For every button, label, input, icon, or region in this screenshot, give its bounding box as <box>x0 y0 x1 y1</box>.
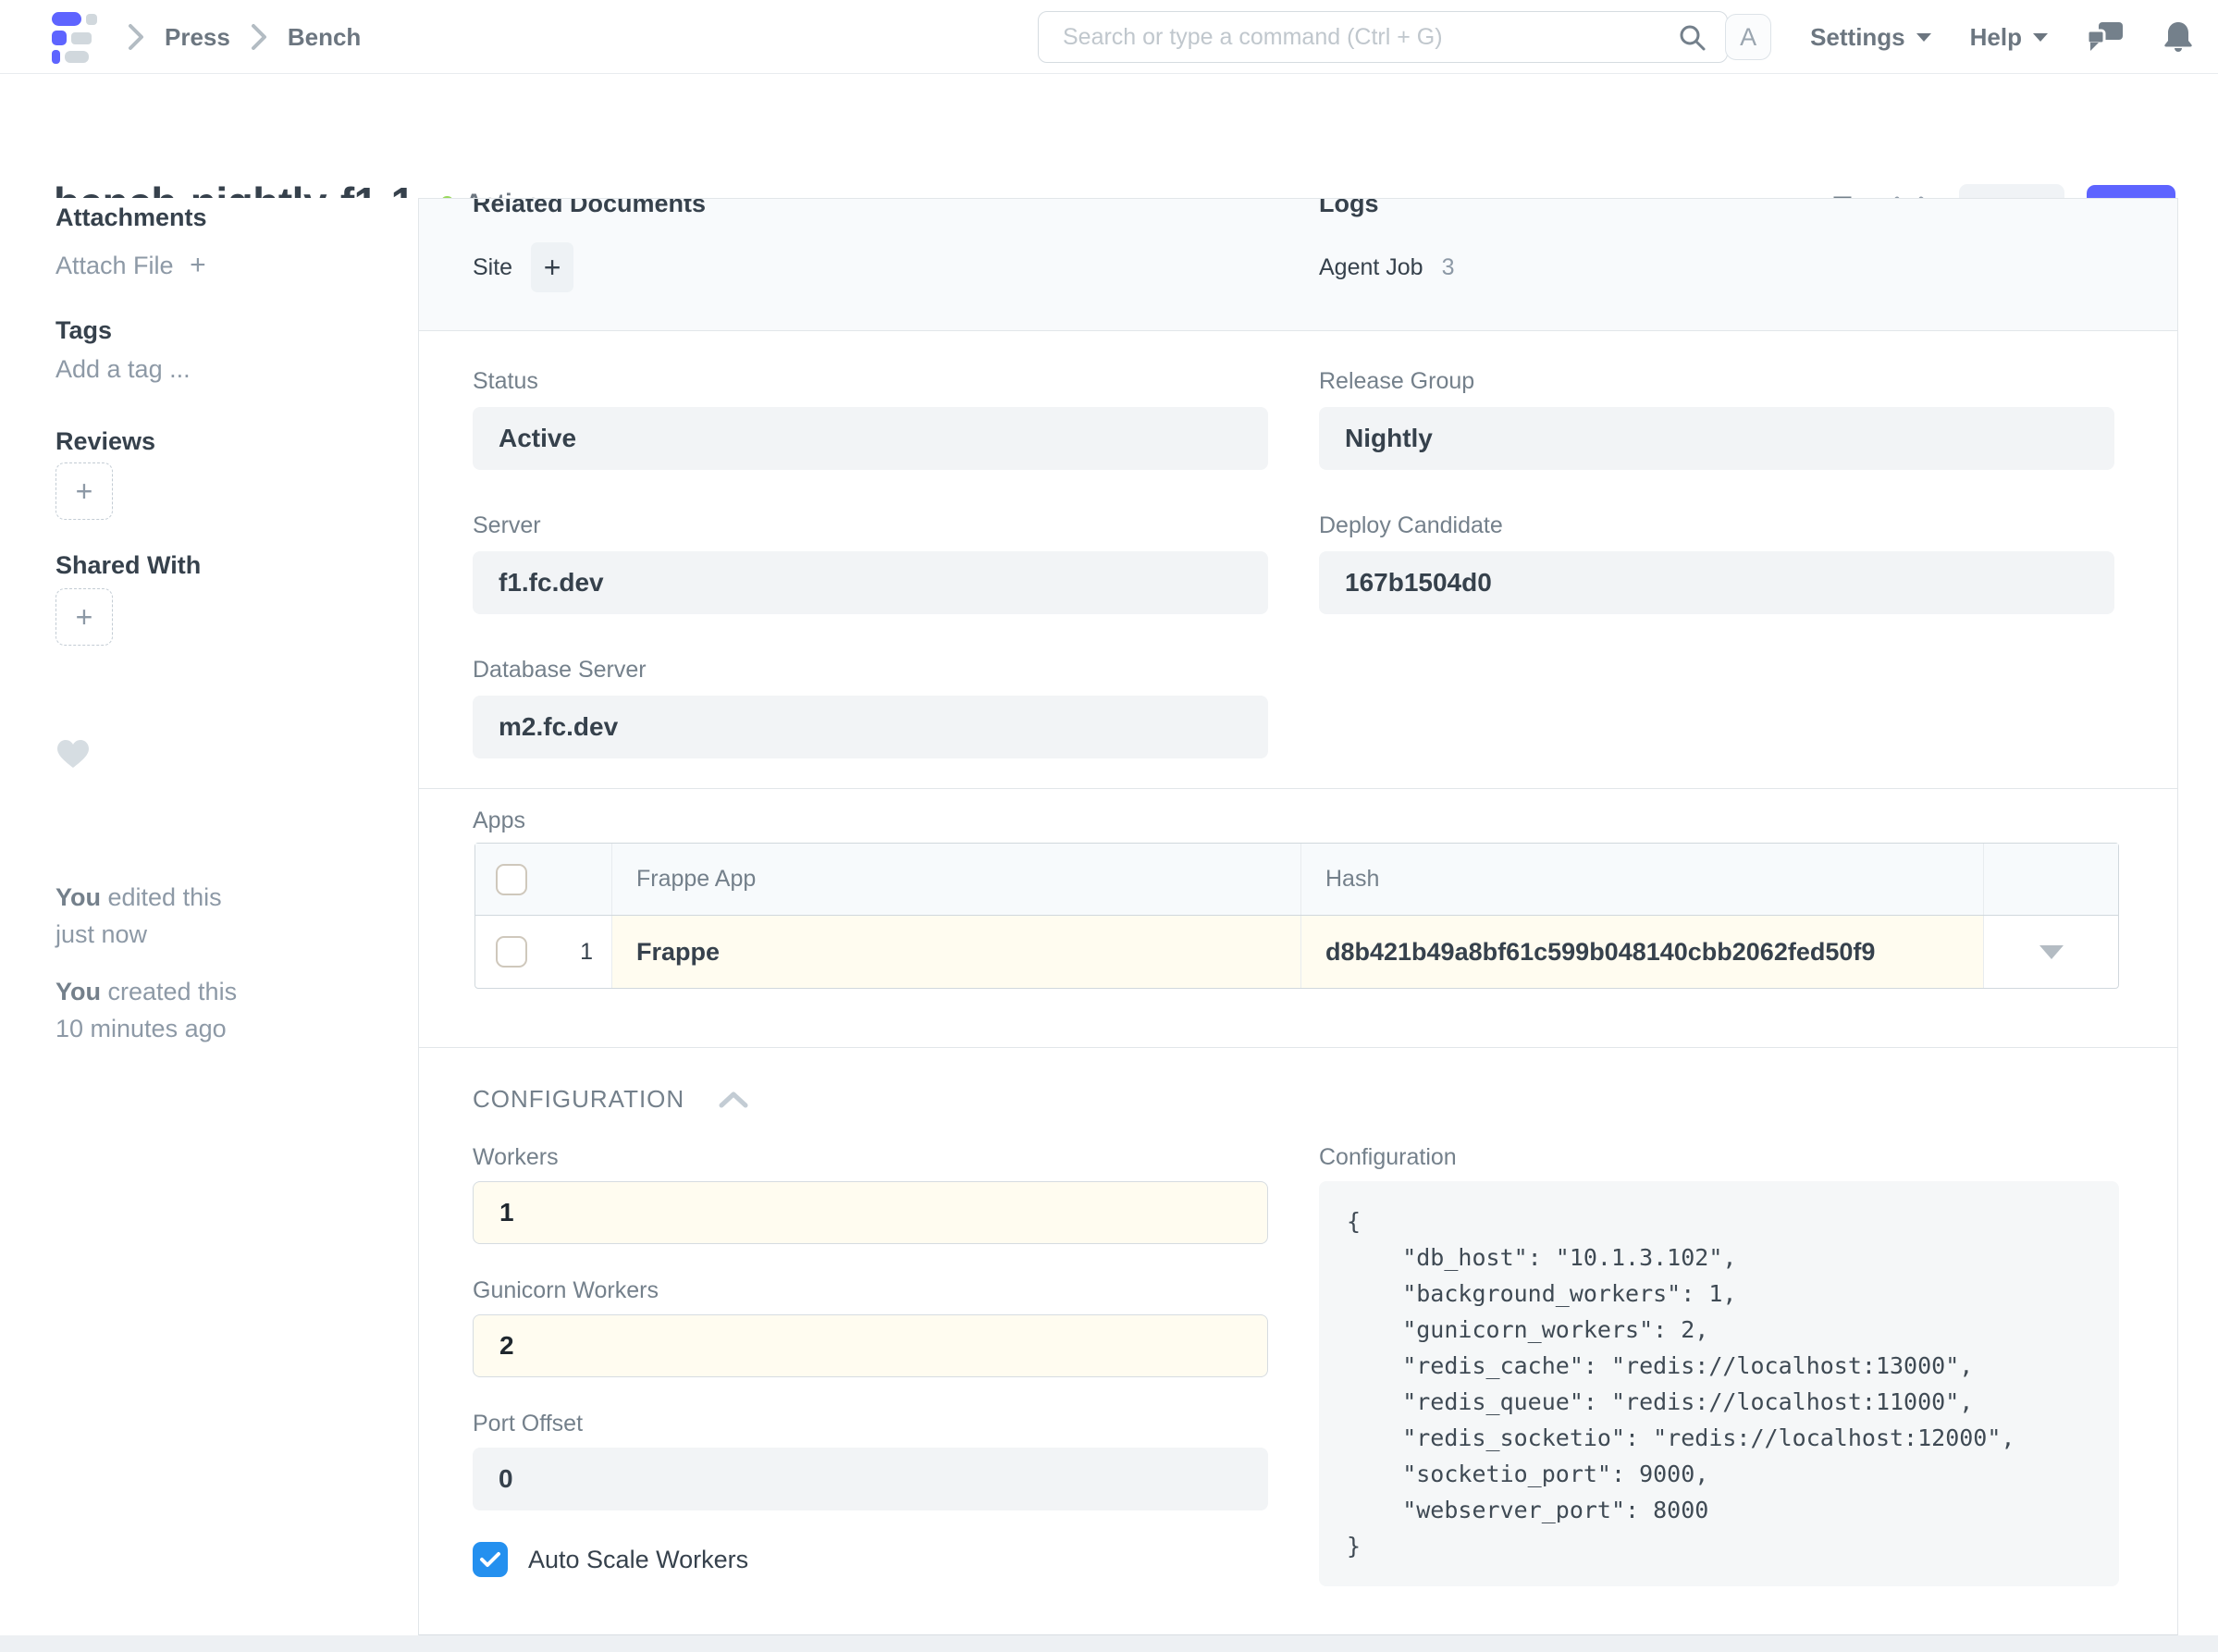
gunicorn-workers-label: Gunicorn Workers <box>473 1277 659 1304</box>
edited-info: You edited this just now <box>55 879 222 953</box>
cell-hash[interactable]: d8b421b49a8bf61c599b048140cbb2062fed50f9 <box>1301 916 1984 988</box>
chevron-right-icon <box>126 21 146 53</box>
row-checkbox[interactable] <box>496 936 527 968</box>
search-input[interactable] <box>1038 11 1728 63</box>
navbar: Press Bench A Settings Help <box>0 0 2218 74</box>
server-field[interactable]: f1.fc.dev <box>473 551 1268 614</box>
form-sidebar: Attachments Attach File + Tags Add a tag… <box>0 198 418 1635</box>
deploy-candidate-label: Deploy Candidate <box>1319 512 1503 539</box>
port-offset-label: Port Offset <box>473 1411 583 1437</box>
breadcrumb-item-bench[interactable]: Bench <box>288 23 361 52</box>
settings-dropdown[interactable]: Settings <box>1810 23 1931 52</box>
plus-icon: + <box>544 251 561 285</box>
port-offset-field[interactable]: 0 <box>473 1448 1268 1510</box>
bell-icon[interactable] <box>2163 19 2194 55</box>
details-section: Status Active Release Group Nightly Serv… <box>419 331 2177 789</box>
page-head: bench-nightly-f1-1 Active Menu Save <box>0 74 2218 198</box>
help-dropdown[interactable]: Help <box>1970 23 2048 52</box>
workers-input[interactable]: 1 <box>473 1181 1268 1244</box>
configuration-section: CONFIGURATION Workers 1 Gunicorn Workers… <box>419 1048 2177 1635</box>
form-dashboard: Related Documents Logs Site + Agent Job … <box>419 199 2177 331</box>
checkmark-icon <box>479 1550 501 1569</box>
add-review-button[interactable]: + <box>55 462 113 520</box>
attachments-title: Attachments <box>55 203 207 232</box>
like-heart-icon[interactable] <box>55 738 91 770</box>
tags-title: Tags <box>55 316 112 345</box>
logs-title: Logs <box>1319 199 1379 218</box>
workers-label: Workers <box>473 1144 559 1171</box>
auto-scale-label: Auto Scale Workers <box>528 1546 748 1574</box>
cell-frappe-app[interactable]: Frappe <box>612 916 1301 988</box>
select-all-checkbox[interactable] <box>496 864 527 895</box>
agent-job-count: 3 <box>1442 254 1455 281</box>
avatar[interactable]: A <box>1725 14 1771 60</box>
navbar-right: A Settings Help <box>1725 0 2194 74</box>
row-index[interactable]: 1 <box>580 939 593 966</box>
configuration-json-label: Configuration <box>1319 1144 1457 1171</box>
attach-file-button[interactable]: Attach File + <box>55 250 206 281</box>
release-group-label: Release Group <box>1319 368 1474 395</box>
reviews-title: Reviews <box>55 427 155 456</box>
plus-icon: + <box>76 600 93 635</box>
add-share-button[interactable]: + <box>55 588 113 646</box>
chevron-up-icon[interactable] <box>718 1090 749 1110</box>
database-server-field[interactable]: m2.fc.dev <box>473 696 1268 758</box>
apps-label: Apps <box>473 808 525 834</box>
auto-scale-checkbox[interactable] <box>473 1542 508 1577</box>
breadcrumb-item-press[interactable]: Press <box>165 23 230 52</box>
configuration-json-code[interactable]: { "db_host": "10.1.3.102", "background_w… <box>1347 1203 2091 1564</box>
chevron-down-icon <box>2033 33 2048 42</box>
plus-icon: + <box>76 475 93 509</box>
breadcrumb: Press Bench <box>126 0 361 74</box>
new-site-button[interactable]: + <box>531 242 573 292</box>
release-group-field[interactable]: Nightly <box>1319 407 2114 470</box>
agent-job-link[interactable]: Agent Job <box>1319 254 1423 281</box>
form-body: Related Documents Logs Site + Agent Job … <box>418 198 2178 1635</box>
global-search <box>1038 11 1728 63</box>
frappe-logo-icon[interactable] <box>52 12 97 64</box>
related-documents-title: Related Documents <box>473 199 706 218</box>
row-expand-icon[interactable] <box>2039 945 2064 959</box>
table-row: 1 Frappe d8b421b49a8bf61c599b048140cbb20… <box>475 916 2118 988</box>
status-field[interactable]: Active <box>473 407 1268 470</box>
chevron-right-icon <box>249 21 269 53</box>
column-hash: Hash <box>1301 844 1984 915</box>
gunicorn-workers-input[interactable]: 2 <box>473 1314 1268 1377</box>
add-tag-button[interactable]: Add a tag ... <box>55 355 191 384</box>
page-background <box>0 1635 2218 1652</box>
configuration-json-box: { "db_host": "10.1.3.102", "background_w… <box>1319 1181 2119 1586</box>
apps-table-header: Frappe App Hash <box>475 844 2118 916</box>
shared-with-title: Shared With <box>55 551 201 580</box>
created-info: You created this 10 minutes ago <box>55 973 237 1047</box>
database-server-label: Database Server <box>473 657 647 684</box>
server-label: Server <box>473 512 541 539</box>
plus-icon: + <box>190 250 206 280</box>
configuration-section-header[interactable]: CONFIGURATION <box>473 1085 749 1114</box>
auto-scale-workers-row: Auto Scale Workers <box>473 1542 748 1577</box>
search-icon[interactable] <box>1678 23 1707 53</box>
status-label: Status <box>473 368 538 395</box>
apps-table: Frappe App Hash 1 Frappe d8b421b49a8bf61… <box>474 843 2119 989</box>
site-link[interactable]: Site <box>473 254 512 281</box>
deploy-candidate-field[interactable]: 167b1504d0 <box>1319 551 2114 614</box>
column-frappe-app: Frappe App <box>612 844 1301 915</box>
chat-icon[interactable] <box>2087 20 2124 54</box>
chevron-down-icon <box>1916 33 1931 42</box>
apps-section: Apps Frappe App Hash 1 Frappe d8b421b49a… <box>419 789 2177 1048</box>
